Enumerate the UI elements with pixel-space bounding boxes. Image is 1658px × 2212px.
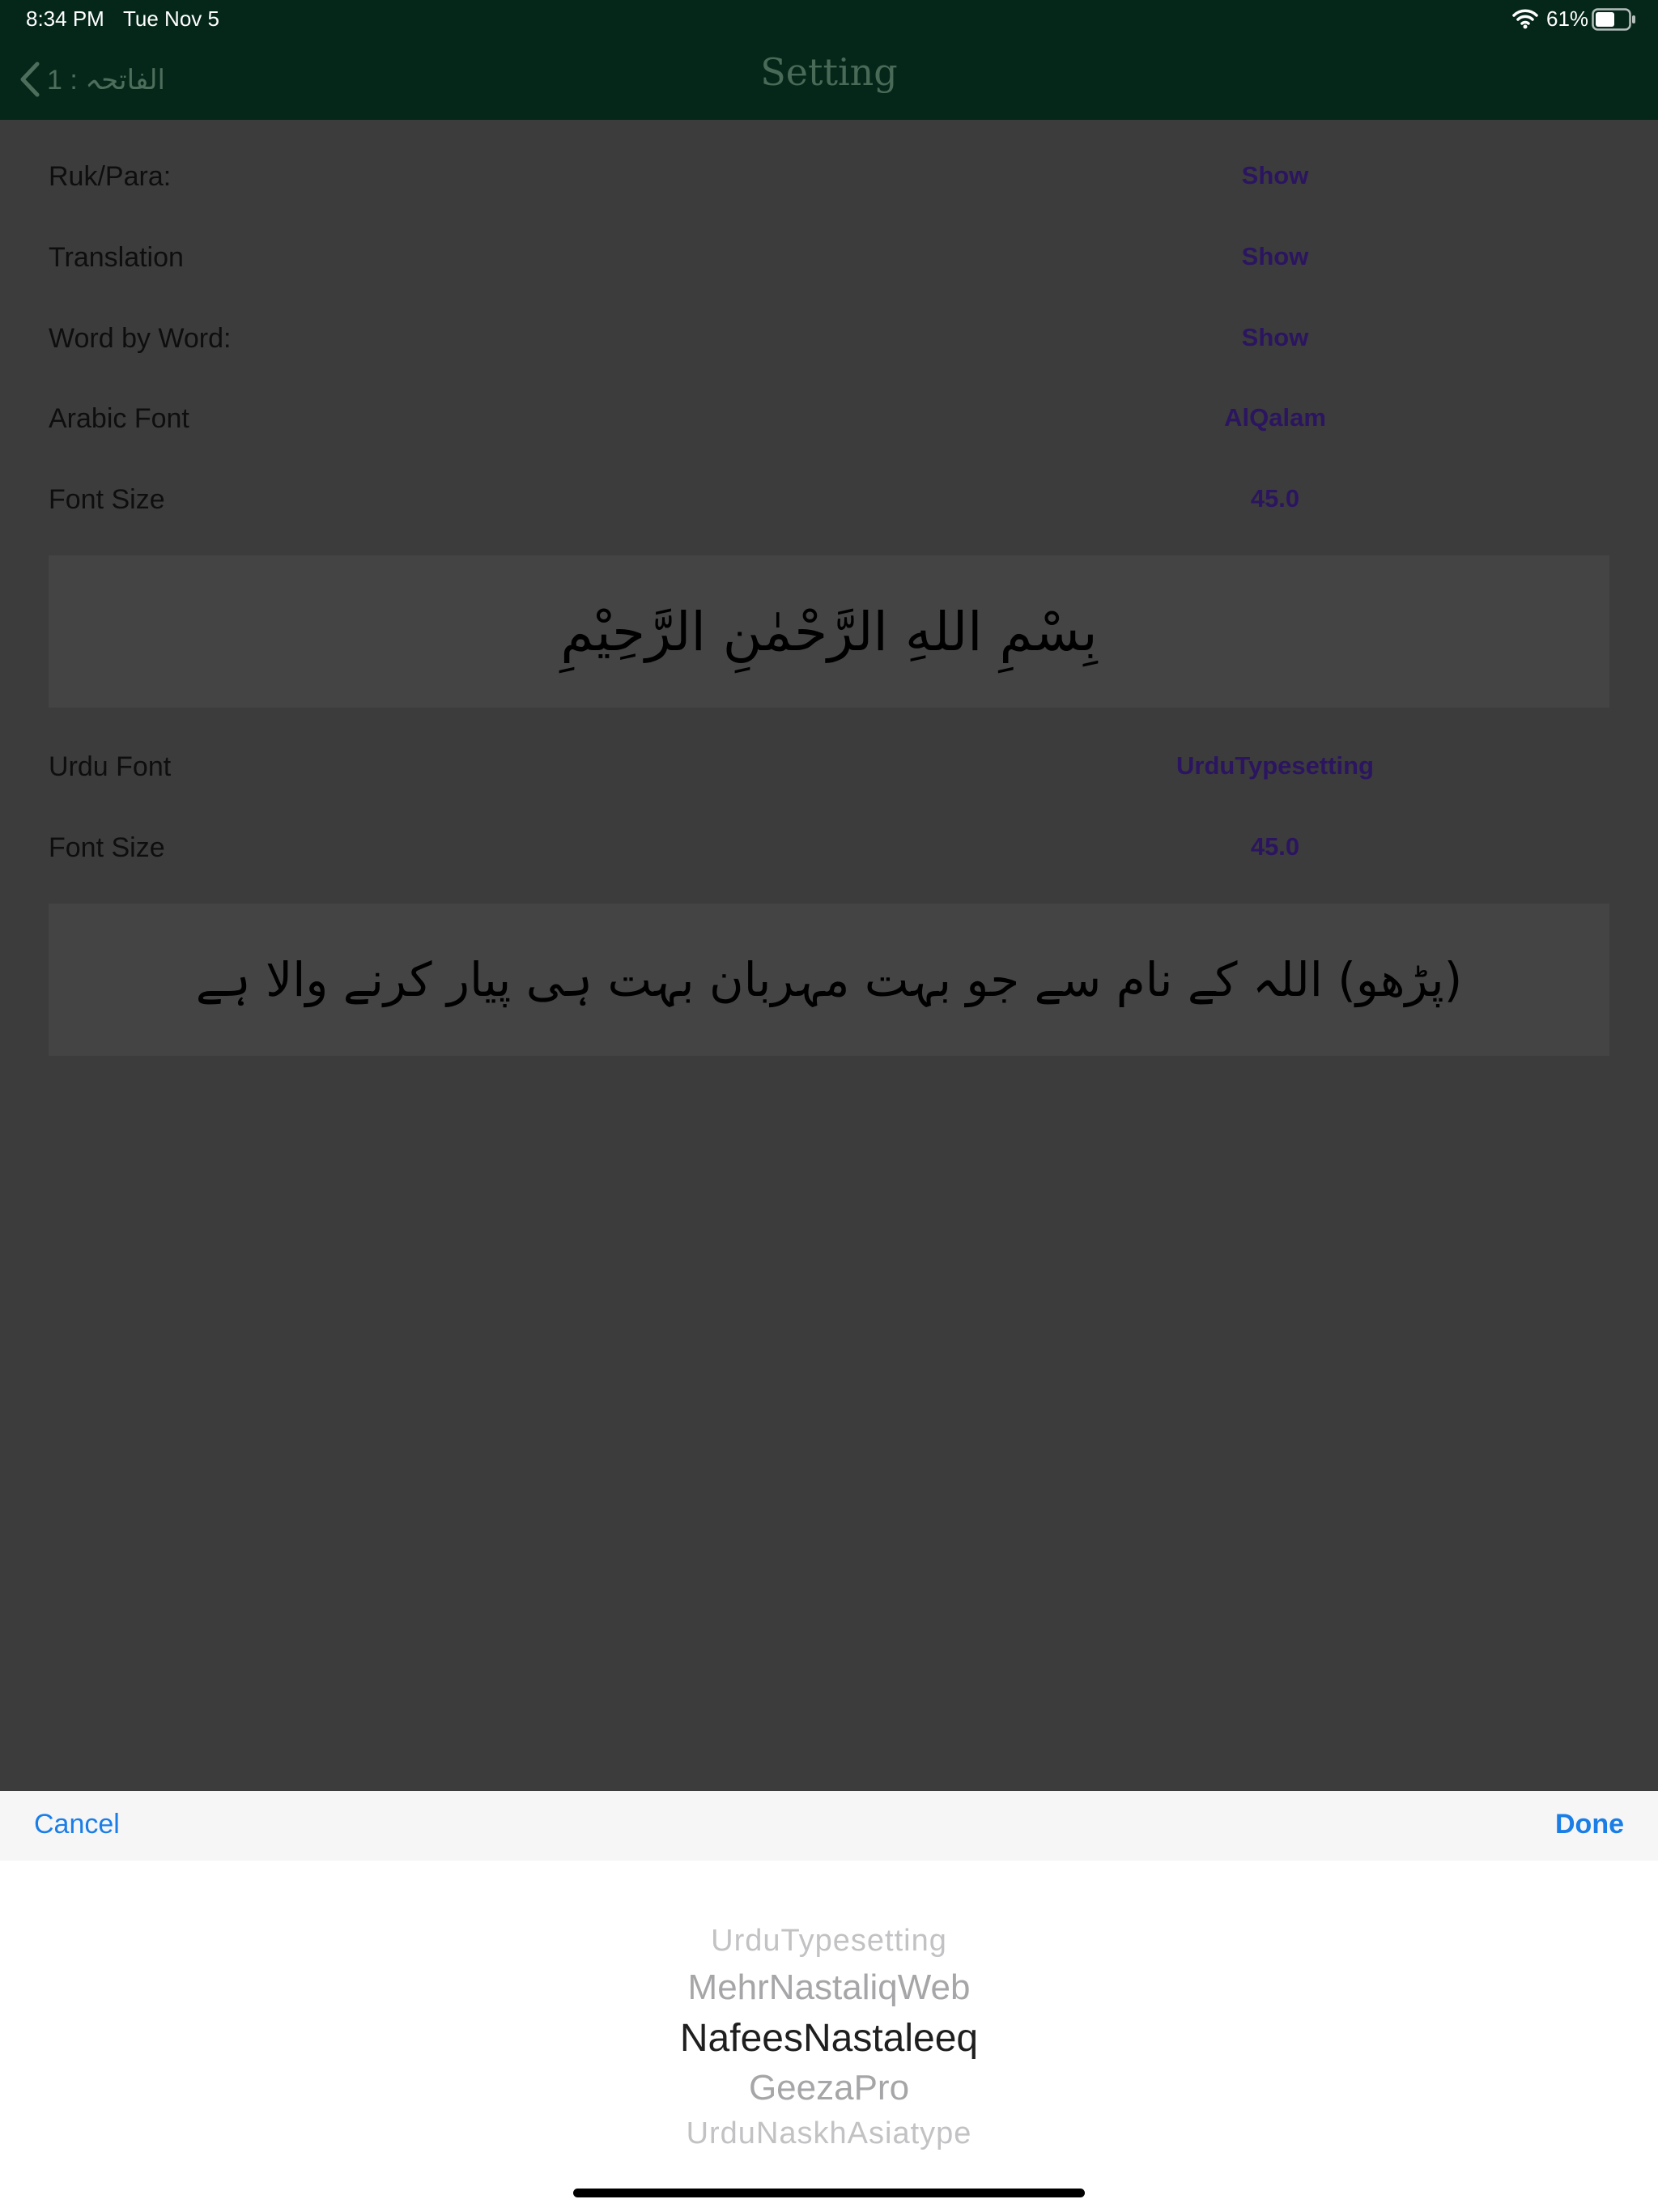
urdu-font-size-value-button[interactable]: 45.0 (1069, 832, 1482, 861)
setting-label: Word by Word: (49, 323, 232, 354)
status-bar: 8:34 PM Tue Nov 5 61% (0, 0, 1658, 39)
setting-label: Font Size (49, 832, 165, 863)
battery-icon (1592, 8, 1637, 35)
setting-label: Urdu Font (49, 751, 172, 782)
urdu-preview-text: (پڑھو) اللہ کے نام سے جو بہت مہربان بہت … (195, 952, 1463, 1007)
picker-option[interactable]: GeezaPro (0, 2068, 1658, 2108)
arabic-preview-text: بِسْمِ اللهِ الرَّحْمٰنِ الرَّحِيْمِ (560, 600, 1098, 663)
status-date: Tue Nov 5 (123, 6, 219, 31)
status-time: 8:34 PM (26, 6, 104, 31)
done-button[interactable]: Done (1555, 1809, 1624, 1840)
setting-row-arabic-font-size: Font Size 45.0 (49, 460, 1609, 541)
settings-content: Ruk/Para: Show Translation Show Word by … (0, 120, 1658, 1791)
wifi-icon (1512, 8, 1538, 33)
arabic-font-preview: بِسْمِ اللهِ الرَّحْمٰنِ الرَّحِيْمِ (49, 555, 1609, 708)
font-picker-wheel[interactable]: UrduTypesetting MehrNastaliqWeb NafeesNa… (0, 1861, 1658, 2212)
setting-row-urdu-font-size: Font Size 45.0 (49, 808, 1609, 889)
page-title: Setting (760, 50, 898, 94)
setting-row-ruk-para: Ruk/Para: Show (49, 137, 1609, 218)
picker-option[interactable]: MehrNastaliqWeb (0, 1967, 1658, 2008)
translation-value-button[interactable]: Show (1069, 242, 1482, 271)
home-indicator[interactable] (573, 2189, 1085, 2197)
setting-row-urdu-font: Urdu Font UrduTypesetting (49, 727, 1609, 808)
setting-row-word-by-word: Word by Word: Show (49, 299, 1609, 380)
arabic-font-value-button[interactable]: AlQalam (1069, 403, 1482, 432)
setting-label: Translation (49, 242, 184, 273)
urdu-font-preview: (پڑھو) اللہ کے نام سے جو بہت مہربان بہت … (49, 904, 1609, 1056)
picker-toolbar: Cancel Done (0, 1791, 1658, 1861)
urdu-font-value-button[interactable]: UrduTypesetting (1069, 751, 1482, 781)
setting-row-arabic-font: Arabic Font AlQalam (49, 379, 1609, 460)
arabic-font-size-value-button[interactable]: 45.0 (1069, 484, 1482, 513)
setting-label: Arabic Font (49, 403, 189, 434)
setting-label: Ruk/Para: (49, 161, 172, 192)
word-by-word-value-button[interactable]: Show (1069, 323, 1482, 352)
navigation-bar: الفاتحہ : 1 Setting (0, 39, 1658, 120)
setting-label: Font Size (49, 484, 165, 515)
setting-row-translation: Translation Show (49, 218, 1609, 299)
ruk-para-value-button[interactable]: Show (1069, 161, 1482, 190)
picker-option[interactable]: UrduNaskhAsiatype (0, 2116, 1658, 2151)
battery-percent: 61% (1546, 6, 1589, 31)
picker-option-selected[interactable]: NafeesNastaleeq (0, 2016, 1658, 2061)
picker-option[interactable]: UrduTypesetting (0, 1924, 1658, 1959)
cancel-button[interactable]: Cancel (34, 1809, 120, 1840)
